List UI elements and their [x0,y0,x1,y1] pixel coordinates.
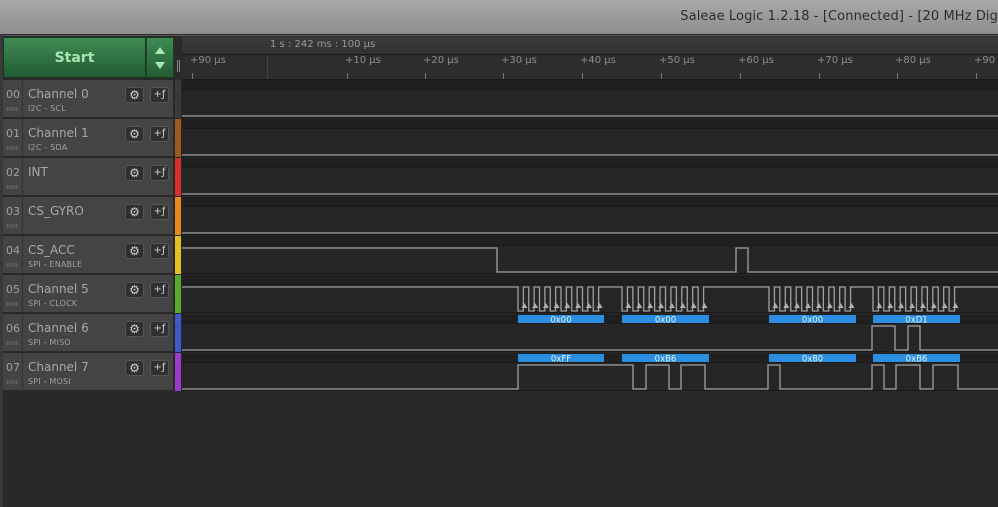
rising-edge-arrow-icon [772,303,779,308]
rising-edge-arrow-icon [679,303,686,308]
rising-edge-arrow-icon [647,303,654,308]
rising-edge-arrow-icon [585,303,592,308]
rising-edge-arrow-icon [898,303,905,308]
waveform-canvas[interactable]: 0x00 0x00 0x00 0xD1 0xFF 0xB6 0x80 0xB6 [0,0,998,400]
signal-trace [182,325,998,351]
decoded-byte-value: 0x00 [655,316,676,326]
rising-edge-arrow-icon [876,303,883,308]
rising-edge-arrow-icon [783,303,790,308]
rising-edge-arrow-icon [794,303,801,308]
rising-edge-arrow-icon [887,303,894,308]
rising-edge-arrow-icon [658,303,665,308]
rising-edge-arrow-icon [690,303,697,308]
rising-edge-arrow-icon [826,303,833,308]
empty-area [3,391,998,507]
rising-edge-arrow-icon [575,303,582,308]
rising-edge-arrow-icon [941,303,948,308]
rising-edge-arrow-icon [909,303,916,308]
rising-edge-arrow-icon [701,303,708,308]
decoded-byte-value: 0xB6 [906,355,928,365]
rising-edge-arrow-icon [952,303,959,308]
rising-edge-arrow-icon [919,303,926,308]
rising-edge-arrow-icon [521,303,528,308]
decoded-byte-value: 0xD1 [905,316,927,326]
signal-trace [182,247,998,273]
rising-edge-arrow-icon [532,303,539,308]
rising-edge-arrow-icon [805,303,812,308]
rising-edge-arrow-icon [815,303,822,308]
decoded-byte-value: 0x80 [802,355,823,365]
rising-edge-arrow-icon [542,303,549,308]
decoded-byte-value: 0x00 [550,316,571,326]
rising-edge-arrow-icon [564,303,571,308]
rising-edge-arrow-icon [848,303,855,308]
rising-edge-arrow-icon [930,303,937,308]
rising-edge-arrow-icon [636,303,643,308]
rising-edge-arrow-icon [668,303,675,308]
rising-edge-arrow-icon [837,303,844,308]
decoded-byte-value: 0xB6 [655,355,677,365]
decoded-byte-value: 0xFF [551,355,571,365]
rising-edge-arrow-icon [553,303,560,308]
decoded-byte-value: 0x00 [802,316,823,326]
signal-trace [182,364,998,390]
rising-edge-arrow-icon [596,303,603,308]
rising-edge-arrow-icon [625,303,632,308]
